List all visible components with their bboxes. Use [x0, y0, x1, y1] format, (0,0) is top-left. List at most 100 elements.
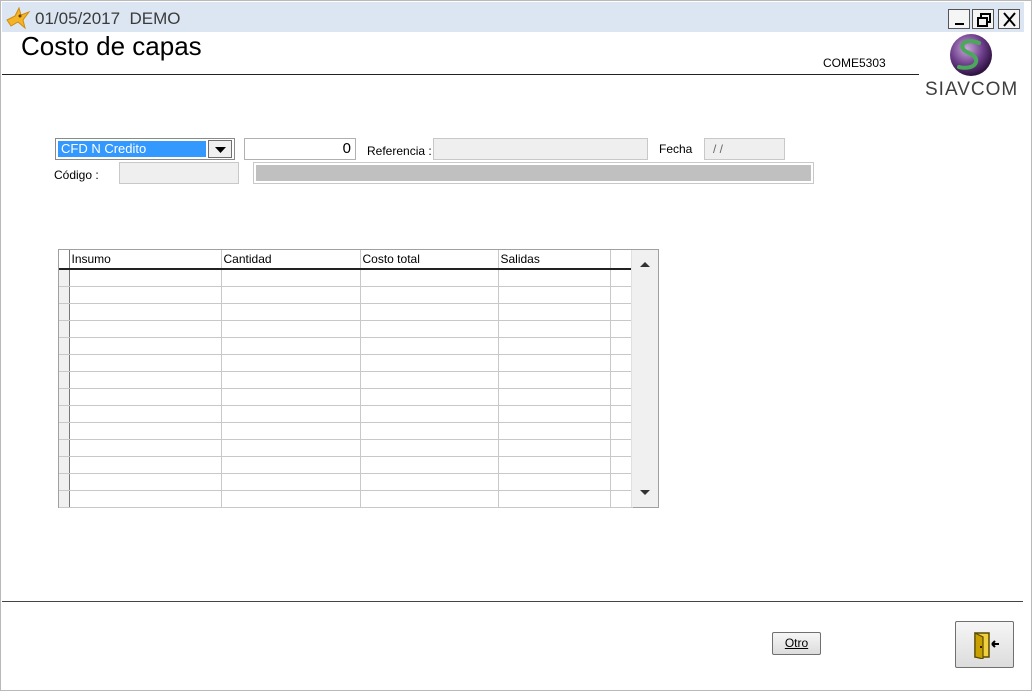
grid-cell[interactable] [360, 405, 499, 423]
grid-cell[interactable] [69, 303, 222, 321]
grid-cell[interactable] [498, 286, 611, 304]
document-number-input[interactable]: 0 [244, 138, 356, 160]
table-row[interactable] [59, 439, 633, 457]
row-selector[interactable] [59, 388, 70, 406]
grid-cell[interactable] [360, 388, 499, 406]
grid-cell[interactable] [69, 490, 222, 508]
grid-cell[interactable] [69, 388, 222, 406]
fecha-input[interactable]: / / [704, 138, 785, 160]
row-selector[interactable] [59, 320, 70, 338]
grid-cell[interactable] [69, 371, 222, 389]
grid-cell[interactable] [221, 371, 361, 389]
table-row[interactable] [59, 405, 633, 423]
grid-cell[interactable] [498, 422, 611, 440]
table-row[interactable] [59, 473, 633, 491]
grid-cell[interactable] [498, 439, 611, 457]
otro-button[interactable]: Otro [772, 632, 821, 655]
row-selector[interactable] [59, 422, 70, 440]
grid-cell[interactable] [221, 473, 361, 491]
grid-cell[interactable] [221, 337, 361, 355]
grid-cell[interactable] [360, 320, 499, 338]
grid-cell[interactable] [360, 422, 499, 440]
grid-cell[interactable] [69, 269, 222, 287]
grid-cell[interactable] [69, 422, 222, 440]
grid-cell[interactable] [498, 303, 611, 321]
grid-cell[interactable] [498, 371, 611, 389]
grid-cell[interactable] [498, 456, 611, 474]
grid-cell[interactable] [221, 490, 361, 508]
grid-cell[interactable] [498, 269, 611, 287]
table-row[interactable] [59, 354, 633, 372]
exit-button[interactable] [955, 621, 1014, 668]
table-row[interactable] [59, 422, 633, 440]
grid-cell[interactable] [221, 422, 361, 440]
column-header-costo-total[interactable]: Costo total [360, 250, 499, 270]
grid-cell[interactable] [221, 320, 361, 338]
grid-cell[interactable] [360, 286, 499, 304]
grid-cell[interactable] [498, 320, 611, 338]
column-header-cantidad[interactable]: Cantidad [221, 250, 361, 270]
grid-vertical-scrollbar[interactable] [631, 250, 658, 507]
grid-cell[interactable] [69, 286, 222, 304]
grid-cell[interactable] [221, 456, 361, 474]
table-row[interactable] [59, 456, 633, 474]
grid-cell[interactable] [221, 269, 361, 287]
row-selector[interactable] [59, 303, 70, 321]
scroll-up-icon[interactable] [639, 260, 651, 268]
grid-cell[interactable] [498, 388, 611, 406]
grid-cell[interactable] [360, 371, 499, 389]
table-row[interactable] [59, 388, 633, 406]
grid-cell[interactable] [498, 405, 611, 423]
grid-cell[interactable] [360, 354, 499, 372]
table-row[interactable] [59, 286, 633, 304]
referencia-input[interactable] [433, 138, 648, 160]
grid-cell[interactable] [221, 354, 361, 372]
grid-cell[interactable] [221, 286, 361, 304]
table-row[interactable] [59, 371, 633, 389]
grid-cell[interactable] [360, 337, 499, 355]
grid-cell[interactable] [69, 320, 222, 338]
row-selector[interactable] [59, 473, 70, 491]
row-selector[interactable] [59, 439, 70, 457]
grid-cell[interactable] [69, 354, 222, 372]
grid-cell[interactable] [221, 388, 361, 406]
close-button[interactable] [998, 9, 1020, 29]
row-selector[interactable] [59, 354, 70, 372]
grid-cell[interactable] [498, 354, 611, 372]
grid-cell[interactable] [360, 303, 499, 321]
row-selector[interactable] [59, 371, 70, 389]
capas-grid[interactable]: Insumo Cantidad Costo total Salidas [58, 249, 659, 508]
restore-button[interactable] [972, 9, 994, 29]
table-row[interactable] [59, 320, 633, 338]
grid-cell[interactable] [221, 439, 361, 457]
row-selector[interactable] [59, 456, 70, 474]
row-selector[interactable] [59, 337, 70, 355]
grid-cell[interactable] [69, 405, 222, 423]
document-type-select[interactable]: CFD N Credito [55, 138, 235, 160]
grid-cell[interactable] [498, 337, 611, 355]
row-selector[interactable] [59, 286, 70, 304]
row-selector[interactable] [59, 490, 70, 508]
grid-cell[interactable] [360, 269, 499, 287]
grid-cell[interactable] [360, 456, 499, 474]
grid-cell[interactable] [221, 405, 361, 423]
table-row[interactable] [59, 269, 633, 287]
grid-cell[interactable] [69, 456, 222, 474]
grid-cell[interactable] [498, 490, 611, 508]
row-selector[interactable] [59, 405, 70, 423]
table-row[interactable] [59, 490, 633, 508]
column-header-insumo[interactable]: Insumo [69, 250, 222, 270]
table-row[interactable] [59, 303, 633, 321]
column-header-salidas[interactable]: Salidas [498, 250, 611, 270]
grid-cell[interactable] [360, 473, 499, 491]
minimize-button[interactable] [948, 9, 970, 29]
grid-cell[interactable] [360, 490, 499, 508]
grid-cell[interactable] [69, 337, 222, 355]
grid-cell[interactable] [360, 439, 499, 457]
dropdown-button[interactable] [208, 140, 232, 158]
row-selector[interactable] [59, 269, 70, 287]
grid-cell[interactable] [69, 473, 222, 491]
codigo-input[interactable] [119, 162, 239, 184]
grid-cell[interactable] [69, 439, 222, 457]
grid-cell[interactable] [221, 303, 361, 321]
